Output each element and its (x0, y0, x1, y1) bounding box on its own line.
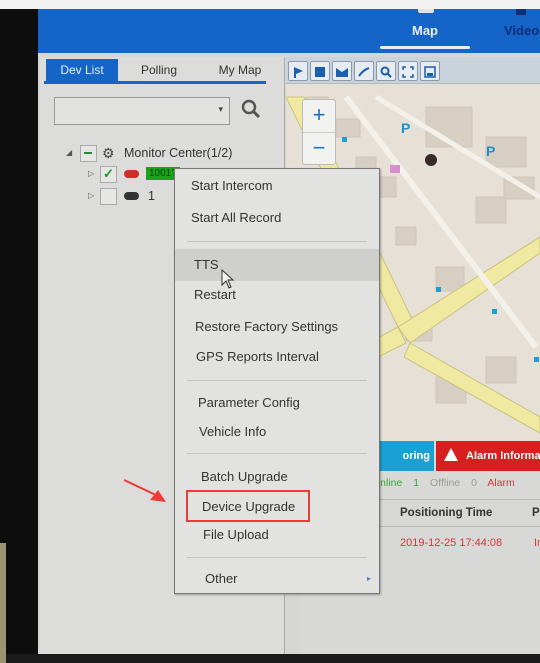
menu-separator (187, 241, 367, 242)
menu-item-label: Parameter Config (198, 395, 300, 410)
positioning-time-cell: 2019-12-25 17:44:08 (400, 537, 503, 549)
menu-item-label: Start Intercom (191, 178, 273, 193)
fullscreen-tool[interactable] (398, 61, 418, 81)
top-strip (0, 0, 540, 9)
menu-item-vehicle-info[interactable]: Vehicle Info (175, 419, 379, 445)
menu-item-label: GPS Reports Interval (196, 349, 319, 364)
nav-video-label: Video (504, 23, 540, 38)
search-icon (380, 65, 392, 78)
menu-separator (187, 380, 367, 381)
menu-separator (187, 557, 367, 558)
search-tool[interactable] (376, 61, 396, 81)
position-cell: In (534, 537, 540, 549)
column-position[interactable]: Po (532, 500, 540, 526)
offline-label: Offline (430, 477, 461, 489)
fullscreen-icon (402, 65, 414, 78)
menu-item-start-intercom[interactable]: Start Intercom (175, 173, 379, 199)
zoom-out-button[interactable]: − (303, 133, 335, 165)
svg-text:P: P (486, 143, 495, 159)
menu-item-restore-factory-settings[interactable]: Restore Factory Settings (175, 314, 379, 340)
root-checkbox[interactable] (80, 145, 97, 162)
online-count: 1 (413, 477, 420, 489)
zoom-in-button[interactable]: + (303, 100, 335, 133)
menu-item-label: Batch Upgrade (201, 469, 288, 484)
submenu-arrow-icon: ▸ (366, 574, 371, 583)
line-icon (358, 65, 370, 77)
device-checkbox[interactable] (100, 188, 117, 205)
map-toolbar (286, 57, 540, 84)
alarm-label: Alarm (487, 477, 515, 489)
search-button[interactable] (240, 97, 262, 121)
monitor-icon (418, 9, 434, 13)
vehicle-status-icon (124, 192, 139, 200)
flag-tool[interactable] (288, 61, 308, 81)
top-nav-bar: Map Video (38, 9, 540, 53)
chevron-down-icon[interactable]: ▾ (218, 104, 223, 115)
tab-dev-list[interactable]: Dev List (46, 59, 118, 81)
bezel-edge (0, 543, 6, 663)
save-tool[interactable] (420, 61, 440, 81)
collapse-icon[interactable]: ▷ (88, 186, 94, 206)
context-menu: Start Intercom Start All Record TTS Rest… (174, 168, 380, 594)
polygon-tool[interactable] (332, 61, 352, 81)
menu-item-file-upload[interactable]: File Upload (175, 522, 379, 548)
tab-alarm-label: Alarm Informa (466, 450, 540, 462)
column-positioning-time[interactable]: Positioning Time (400, 500, 492, 526)
tab-my-map[interactable]: My Map (204, 59, 276, 81)
menu-separator (187, 453, 367, 454)
menu-item-label: Vehicle Info (199, 424, 267, 439)
device-checkbox[interactable]: ✓ (100, 166, 117, 183)
collapse-icon[interactable]: ▷ (88, 164, 94, 184)
menu-item-label: TTS (194, 257, 219, 272)
nav-map-label: Map (412, 23, 438, 38)
square-icon (314, 65, 326, 77)
menu-item-other[interactable]: Other ▸ (175, 566, 379, 592)
rectangle-tool[interactable] (310, 61, 330, 81)
offline-count: 0 (471, 477, 477, 489)
menu-item-label: Restore Factory Settings (195, 319, 339, 334)
annotation-highlight-box (186, 490, 310, 522)
annotation-arrow-icon (123, 479, 166, 502)
menu-item-restart[interactable]: Restart (175, 282, 379, 308)
device-search-combo[interactable]: ▾ (54, 97, 230, 125)
tab-underline (44, 81, 266, 84)
menu-item-label: Start All Record (191, 210, 282, 225)
menu-item-tts[interactable]: TTS (175, 249, 379, 281)
svg-text:P: P (401, 120, 410, 136)
line-tool[interactable] (354, 61, 374, 81)
device-label: 1 (148, 189, 155, 203)
menu-item-batch-upgrade[interactable]: Batch Upgrade (175, 464, 379, 490)
tree-root[interactable]: ◢ ⚙ Monitor Center(1/2) (40, 143, 280, 163)
video-icon (516, 9, 526, 15)
left-tabs: Dev List Polling My Map (44, 57, 284, 81)
menu-item-label: Other (205, 571, 238, 586)
root-label: Monitor Center(1/2) (124, 146, 233, 160)
zoom-control: + − (302, 99, 336, 165)
tab-polling[interactable]: Polling (124, 59, 194, 81)
table-header: Positioning Time Po (380, 499, 540, 527)
active-indicator (380, 46, 470, 49)
menu-item-start-all-record[interactable]: Start All Record (175, 205, 379, 231)
mouse-cursor-icon (221, 269, 235, 289)
status-summary: Online 1 Offline 0 Alarm (372, 477, 523, 489)
nav-map[interactable]: Map (380, 9, 470, 53)
menu-item-gps-reports-interval[interactable]: GPS Reports Interval (175, 344, 379, 370)
flag-icon (292, 65, 304, 78)
gear-icon: ⚙ (102, 145, 115, 161)
tab-monitoring[interactable]: oring (372, 441, 434, 471)
polygon-icon (336, 65, 348, 77)
nav-video[interactable]: Video (498, 9, 540, 53)
warning-icon (444, 448, 458, 480)
menu-item-parameter-config[interactable]: Parameter Config (175, 390, 379, 416)
monitor-bezel (0, 9, 40, 663)
expand-icon[interactable]: ◢ (66, 143, 72, 163)
save-icon (424, 65, 436, 78)
vehicle-status-icon (124, 170, 139, 178)
search-icon (241, 99, 261, 119)
menu-item-label: File Upload (203, 527, 269, 542)
tab-alarm-information[interactable]: Alarm Informa (436, 441, 540, 480)
